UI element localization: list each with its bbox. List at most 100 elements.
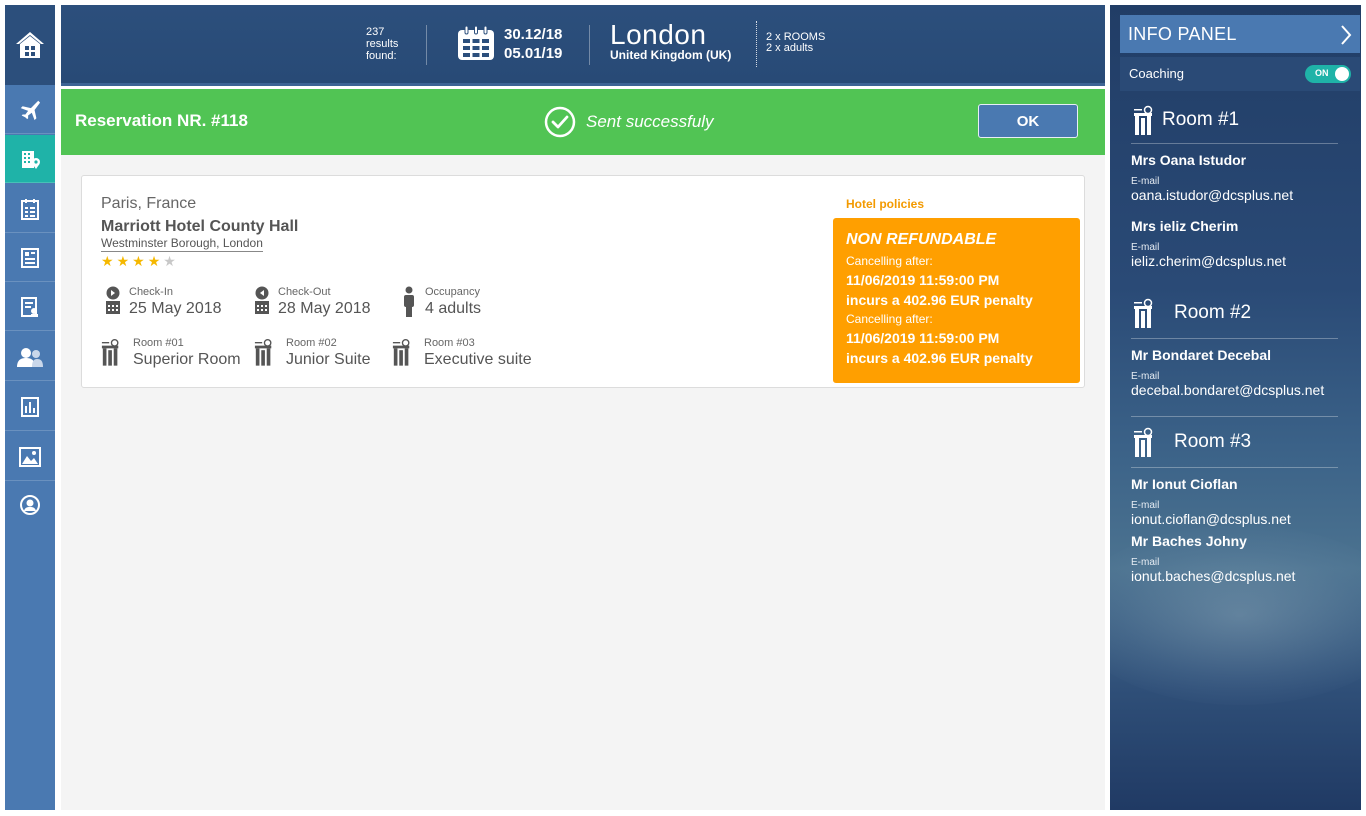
header-underline	[61, 83, 1105, 86]
dotted-divider	[756, 21, 757, 67]
guest-name: Mr Baches Johny	[1131, 533, 1247, 549]
occupancy-value: 4 adults	[425, 300, 482, 317]
home-icon	[16, 32, 44, 58]
email-label: E-mail	[1131, 176, 1160, 187]
nav-reports[interactable]	[5, 283, 55, 331]
hotel-icon	[22, 150, 40, 169]
door-key-icon	[1134, 105, 1153, 135]
room-type: Junior Suite	[286, 351, 371, 368]
star-empty-icon: ★	[163, 253, 176, 269]
star-icon: ★	[116, 253, 130, 269]
info-panel: INFO PANEL Coaching ON Room #1 Mrs Oana …	[1110, 5, 1361, 810]
checkin-date: 25 May 2018	[129, 300, 222, 317]
cancel-penalty: incurs a 402.96 EUR penalty	[846, 350, 1033, 366]
guest-email[interactable]: ionut.cioflan@dcsplus.net	[1131, 511, 1291, 527]
star-icon: ★	[101, 253, 114, 269]
door-key-icon	[1134, 427, 1153, 457]
coaching-toggle[interactable]: ON	[1305, 65, 1351, 83]
report-icon	[21, 296, 38, 317]
hotel-location: Paris, France	[101, 195, 197, 212]
room-label: Room #02	[286, 337, 337, 349]
occupancy-info: Occupancy 4 adults	[399, 286, 481, 319]
checkout-date: 28 May 2018	[278, 300, 371, 317]
search-summary-bar: 237 results found: 30.12/18 05.01/19 Lon…	[61, 5, 1105, 83]
door-key-icon	[392, 339, 410, 366]
guest-email[interactable]: oana.istudor@dcsplus.net	[1131, 187, 1293, 203]
cancellation-policy: NON REFUNDABLE Cancelling after: 11/06/2…	[833, 218, 1080, 383]
profile-icon	[20, 495, 40, 515]
guest-name: Mrs Oana Istudor	[1131, 152, 1247, 168]
reservation-card: Paris, France Marriott Hotel County Hall…	[81, 175, 1085, 388]
checkout-info: Check-Out 28 May 2018	[252, 286, 371, 319]
status-message: Sent successfuly	[544, 106, 714, 138]
checkout-label: Check-Out	[278, 286, 331, 298]
room-info: Room #01 Superior Room	[101, 337, 241, 370]
guest-email[interactable]: decebal.bondaret@dcsplus.net	[1131, 382, 1324, 398]
info-panel-title: INFO PANEL	[1128, 23, 1237, 44]
ok-button[interactable]: OK	[978, 104, 1078, 138]
date-from: 30.12/18	[504, 26, 563, 43]
room-info: Room #03 Executive suite	[392, 337, 532, 370]
destination-country: United Kingdom (UK)	[610, 48, 732, 62]
door-key-icon	[1134, 298, 1153, 328]
users-icon	[17, 347, 43, 367]
email-label: E-mail	[1131, 557, 1160, 568]
nav-statistics[interactable]	[5, 383, 55, 431]
star-icon: ★	[132, 253, 145, 269]
separator	[1131, 467, 1338, 468]
hotel-address[interactable]: Westminster Borough, London	[101, 236, 263, 252]
results-found-label: found:	[366, 50, 397, 62]
nav-gallery[interactable]	[5, 433, 55, 481]
nav-flights[interactable]	[5, 86, 55, 134]
separator	[1131, 338, 1338, 339]
left-navigation	[5, 5, 55, 810]
chart-icon	[21, 396, 39, 417]
success-banner: Reservation NR. #118 Sent successfuly OK	[61, 89, 1105, 155]
nav-bookings[interactable]	[5, 185, 55, 233]
cancel-date: 11/06/2019 11:59:00 PM	[846, 272, 1000, 288]
nav-documents[interactable]	[5, 234, 55, 282]
flight-icon	[20, 100, 41, 120]
room-header: Room #1	[1132, 105, 1239, 135]
background-glow	[1110, 525, 1361, 705]
guest-email[interactable]: ieliz.cherim@dcsplus.net	[1131, 253, 1286, 269]
occupancy-label: Occupancy	[425, 286, 481, 298]
nav-home[interactable]	[5, 5, 55, 85]
reservation-number: Reservation NR. #118	[75, 111, 248, 130]
image-icon	[19, 446, 41, 467]
room-title: Room #1	[1162, 109, 1240, 130]
travel-dates: 30.12/18 05.01/19	[504, 25, 562, 63]
check-circle-icon	[544, 106, 576, 138]
main-content: Paris, France Marriott Hotel County Hall…	[61, 155, 1105, 810]
results-count: 237 results found:	[366, 26, 398, 62]
date-to: 05.01/19	[504, 45, 563, 62]
room-type: Superior Room	[133, 351, 241, 368]
coaching-label: Coaching	[1129, 66, 1184, 81]
nav-hotels[interactable]	[5, 135, 55, 183]
separator	[1131, 416, 1338, 417]
results-label: results	[366, 38, 399, 50]
checkin-info: Check-In 25 May 2018	[103, 286, 222, 319]
adults-count: 2 x adults	[766, 42, 814, 54]
checkout-calendar-icon	[255, 286, 269, 314]
star-icon: ★	[147, 253, 161, 269]
hotel-name: Marriott Hotel County Hall	[101, 218, 299, 235]
guest-email[interactable]: ionut.baches@dcsplus.net	[1131, 568, 1295, 584]
door-key-icon	[101, 339, 119, 366]
door-key-icon	[254, 339, 272, 366]
separator	[1131, 143, 1338, 144]
room-info: Room #02 Junior Suite	[254, 337, 371, 370]
room-header: Room #2	[1132, 298, 1251, 328]
destination-city: London	[610, 19, 707, 50]
nav-users[interactable]	[5, 333, 55, 381]
cancel-label: Cancelling after:	[846, 254, 933, 268]
cancel-date: 11/06/2019 11:59:00 PM	[846, 330, 1000, 346]
info-panel-header[interactable]: INFO PANEL	[1120, 15, 1360, 53]
hotel-rating: ★ ★ ★ ★ ★	[101, 254, 176, 268]
room-title: Room #3	[1174, 431, 1252, 452]
results-number: 237	[366, 26, 385, 38]
chevron-right-icon[interactable]	[1340, 24, 1352, 46]
email-label: E-mail	[1131, 371, 1160, 382]
nav-profile[interactable]	[5, 481, 55, 529]
coaching-row: Coaching ON	[1120, 57, 1360, 91]
